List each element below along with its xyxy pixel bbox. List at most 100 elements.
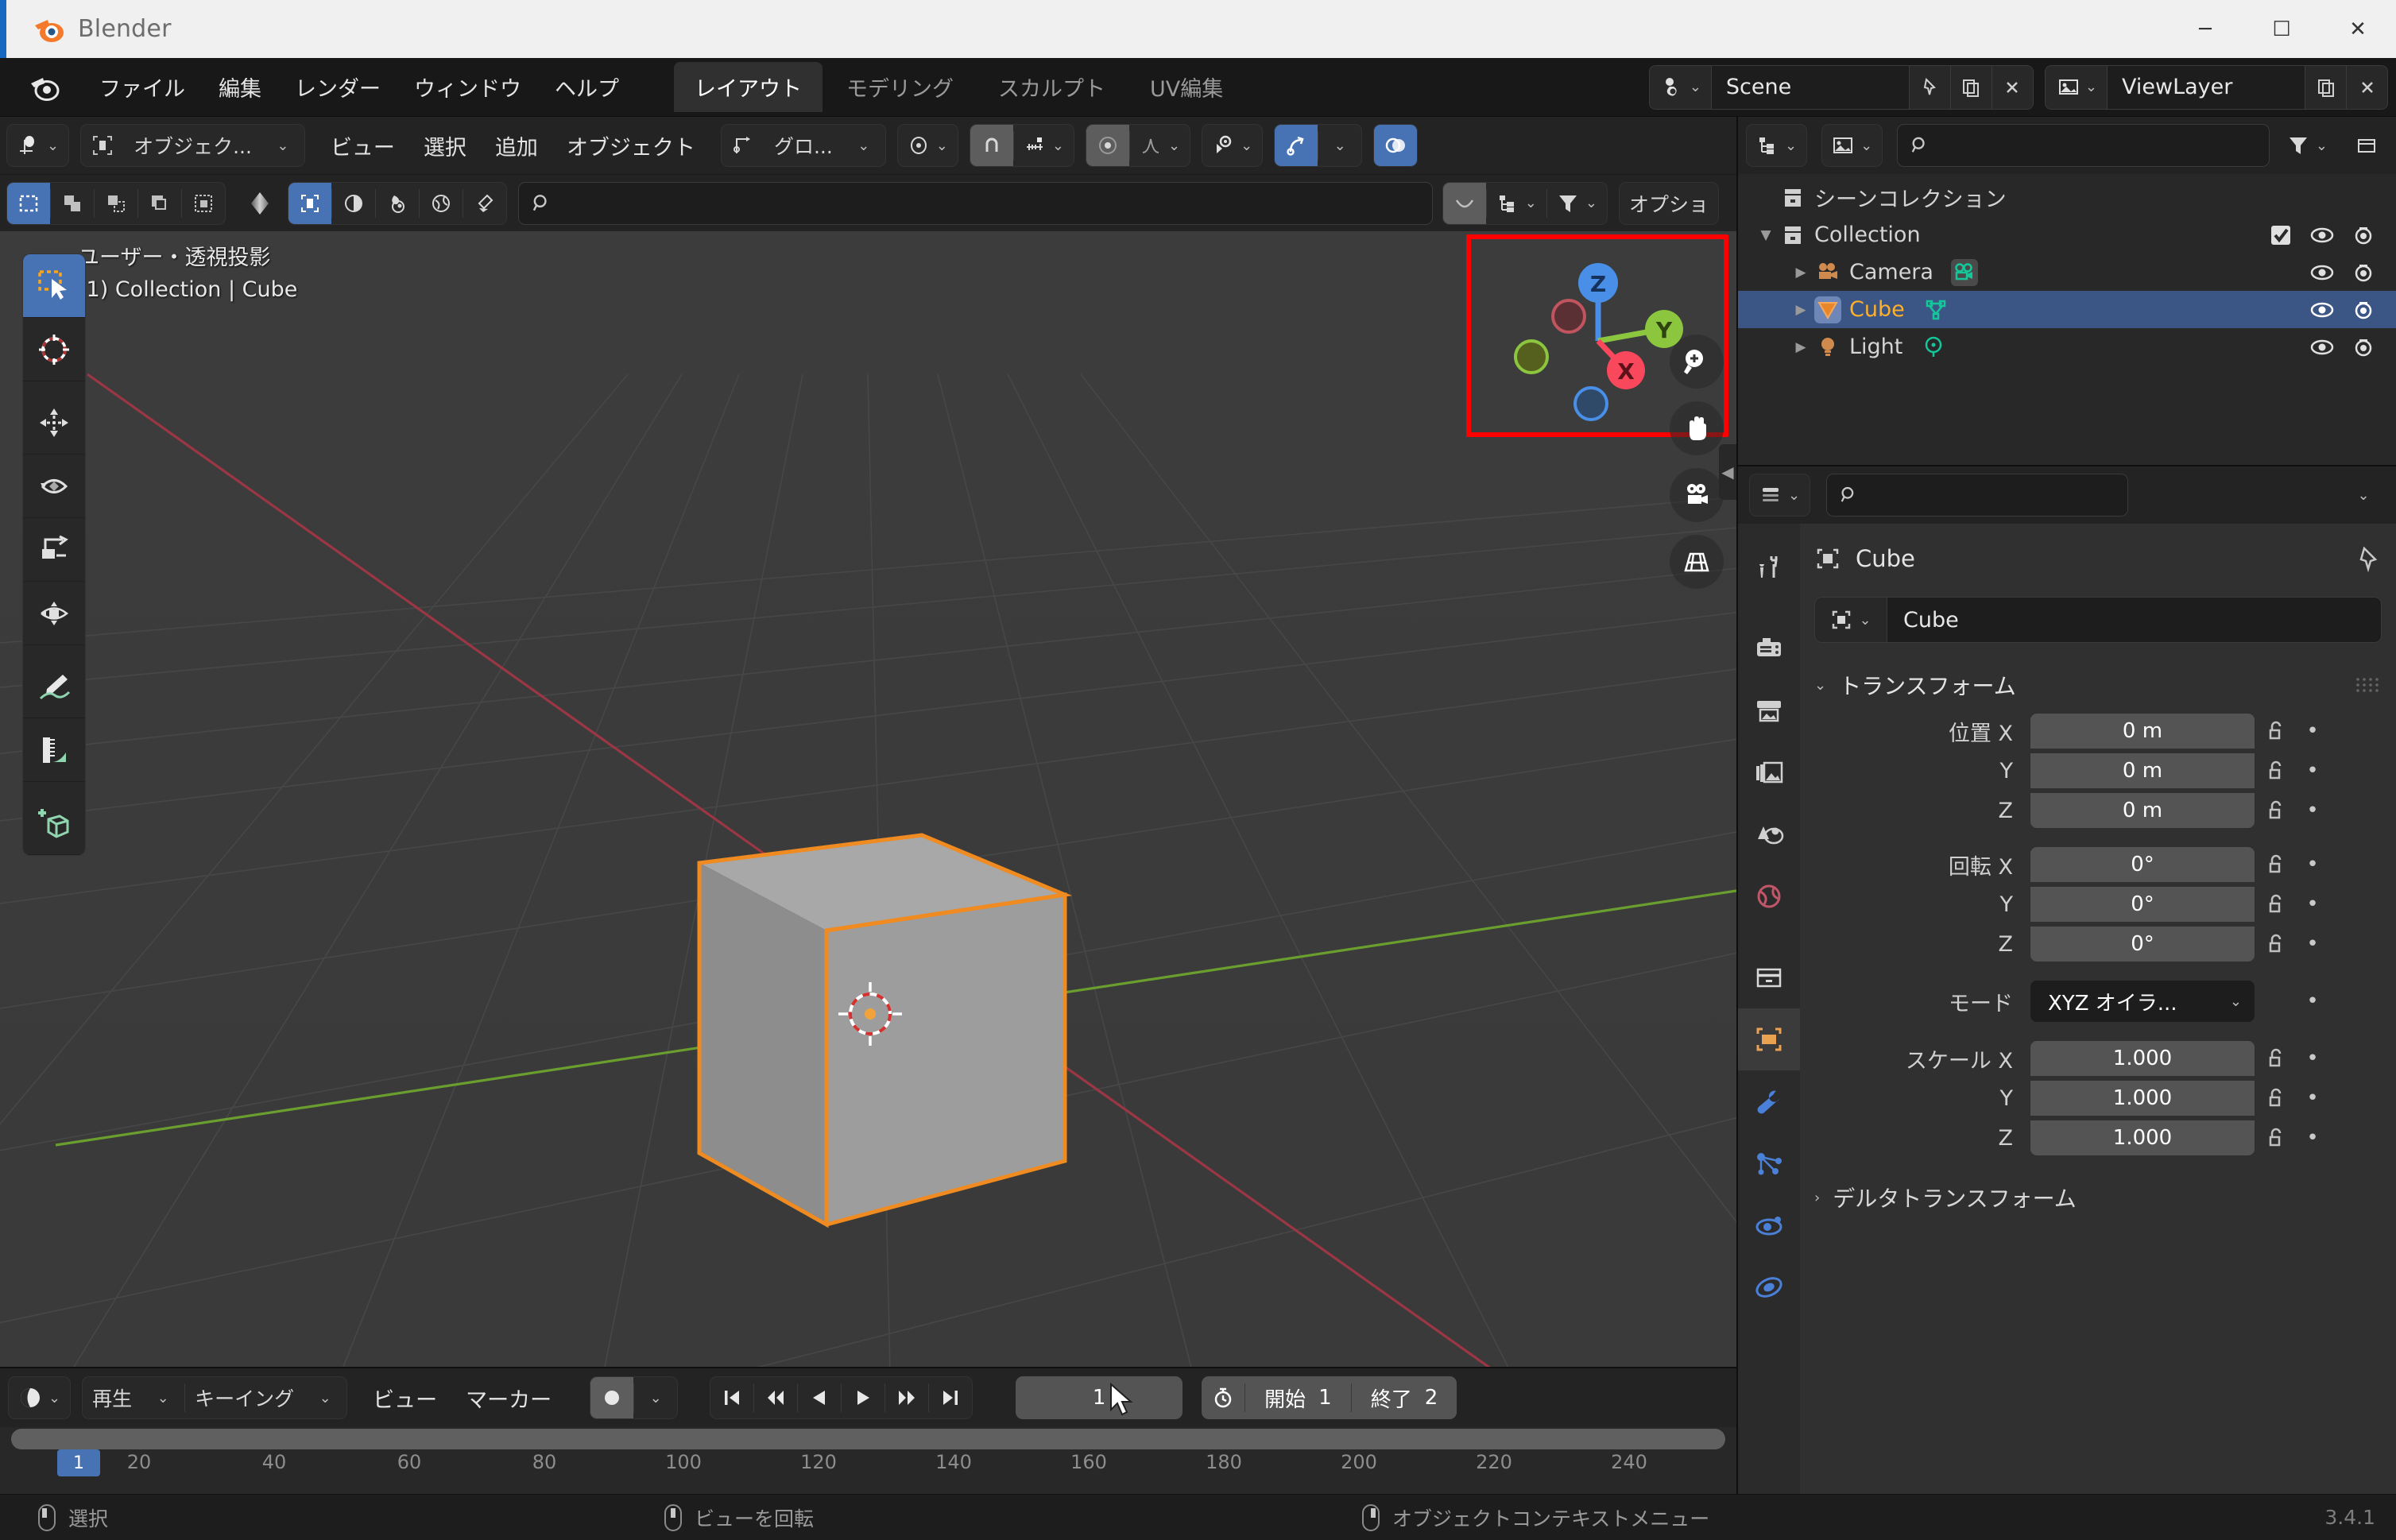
properties-search-field[interactable] <box>1868 483 2115 507</box>
outliner-display-mode-icon[interactable]: ⌄ <box>1487 183 1546 224</box>
timeline-scrollbar[interactable] <box>11 1429 1725 1449</box>
falloff-curve-icon[interactable]: ⌄ <box>1130 125 1190 166</box>
chevron-down-icon[interactable]: ⌄ <box>261 125 304 166</box>
viewlayer-copy-button[interactable] <box>2305 64 2347 110</box>
visibility-selector[interactable]: ⌄ <box>1202 124 1264 167</box>
tab-layout[interactable]: レイアウト <box>674 62 823 112</box>
camera-render-icon[interactable] <box>2351 335 2375 359</box>
transform-panel-header[interactable]: ⌄ トランスフォーム <box>1814 660 2382 710</box>
blender-menu-icon[interactable] <box>27 70 62 105</box>
show-gizmo-icon[interactable] <box>1275 125 1318 166</box>
outliner-display-mode[interactable]: ⌄ <box>1746 124 1808 167</box>
rotation-z-value[interactable]: 0° <box>2030 927 2255 962</box>
camera-view-icon[interactable] <box>1670 468 1724 522</box>
menu-window[interactable]: ウィンドウ <box>397 67 538 107</box>
viewport-menu-add[interactable]: 追加 <box>481 126 552 166</box>
eye-icon[interactable] <box>2310 298 2334 322</box>
proportional-edit-controls[interactable]: ⌄ <box>1085 124 1191 167</box>
chevron-down-icon[interactable]: ⌄ <box>141 1377 184 1418</box>
scale-y-value[interactable]: 1.000 <box>2030 1081 2255 1116</box>
snap-magnet-icon[interactable] <box>970 125 1013 166</box>
eye-icon[interactable] <box>2310 261 2334 284</box>
tool-tab[interactable] <box>1738 536 1800 598</box>
location-x-value[interactable]: 0 m <box>2030 714 2255 749</box>
object-type-icon[interactable]: ⌄ <box>1814 597 1887 643</box>
tab-uv-editing[interactable]: UV編集 <box>1129 62 1244 112</box>
outliner-new-collection-icon[interactable] <box>2345 124 2388 167</box>
rotation-z-animate-dot[interactable]: • <box>2297 932 2328 956</box>
timeline-editor-icon[interactable]: ⌄ <box>9 1377 70 1418</box>
scale-x-value[interactable]: 1.000 <box>2030 1041 2255 1076</box>
chevron-down-icon[interactable]: ⌄ <box>634 1377 677 1418</box>
measure-tool[interactable] <box>23 718 85 782</box>
viewport-menu-select[interactable]: 選択 <box>409 126 481 166</box>
light-data-icon[interactable] <box>1920 334 1947 361</box>
interaction-mode-selector[interactable]: オブジェク... ⌄ <box>80 124 305 167</box>
jump-start-icon[interactable] <box>710 1377 753 1418</box>
location-z-animate-dot[interactable]: • <box>2297 799 2328 822</box>
mode-icon[interactable] <box>81 125 124 166</box>
rotation-x-value[interactable]: 0° <box>2030 847 2255 882</box>
smooth-curve-icon[interactable] <box>1442 182 1486 224</box>
shading-wireframe-icon[interactable] <box>237 182 283 225</box>
rotation-y-value[interactable]: 0° <box>2030 887 2255 922</box>
filter-icon[interactable]: ⌄ <box>1547 183 1607 224</box>
scale-x-animate-dot[interactable]: • <box>2297 1047 2328 1070</box>
select-invert-icon[interactable] <box>138 183 181 224</box>
jump-end-icon[interactable] <box>929 1377 972 1418</box>
proportional-edit-icon[interactable] <box>1086 125 1129 166</box>
chevron-down-icon[interactable]: ⌄ <box>304 1377 346 1418</box>
overlay-controls[interactable] <box>1373 124 1419 167</box>
scene-tab[interactable] <box>1738 803 1800 865</box>
orientation-label[interactable]: グロ... <box>764 125 842 166</box>
timeline-ruler[interactable]: 1 20 40 60 80 100 120 140 160 180 200 22… <box>0 1427 1736 1494</box>
world-tab[interactable] <box>1738 865 1800 927</box>
viewlayer-selector[interactable]: ⌄ ViewLayer <box>2044 64 2388 110</box>
scale-tool[interactable] <box>23 518 85 582</box>
timeline-playhead[interactable]: 1 <box>57 1449 100 1476</box>
timeline-editor-type[interactable]: ⌄ <box>8 1376 72 1419</box>
scale-x-lock-icon[interactable] <box>2255 1047 2297 1070</box>
viewport-search-field[interactable] <box>561 192 1419 215</box>
particles-tab[interactable] <box>1738 1132 1800 1194</box>
eye-icon[interactable] <box>2310 223 2334 247</box>
zoom-icon[interactable] <box>1670 335 1724 389</box>
timeline-menu-marker[interactable]: マーカー <box>451 1378 566 1418</box>
eye-icon[interactable] <box>2310 335 2334 359</box>
select-box-icon[interactable] <box>7 182 50 224</box>
mode-label[interactable]: オブジェク... <box>124 125 261 166</box>
scene-icon[interactable]: ⌄ <box>1648 64 1711 110</box>
viewlayer-name[interactable]: ViewLayer <box>2107 64 2305 110</box>
brush-icon[interactable] <box>463 183 506 224</box>
scene-pin-button[interactable] <box>1909 64 1951 110</box>
editor-type-selector[interactable]: ⌄ <box>6 124 70 167</box>
rotation-x-lock-icon[interactable] <box>2255 853 2297 876</box>
options-label[interactable]: オプショ <box>1620 183 1718 224</box>
select-intersect-icon[interactable] <box>182 183 225 224</box>
play-reverse-icon[interactable] <box>798 1377 841 1418</box>
editor-type-icon[interactable]: ⌄ <box>7 125 68 166</box>
delta-transform-panel-header[interactable]: › デルタトランスフォーム <box>1814 1174 2382 1221</box>
outliner-filter-display[interactable]: ⌄ <box>1821 124 1883 167</box>
rotation-z-lock-icon[interactable] <box>2255 932 2297 956</box>
viewport-search-input[interactable] <box>518 181 1433 225</box>
drag-dots-icon[interactable] <box>2355 676 2382 694</box>
outliner-row-scene-collection[interactable]: シーンコレクション <box>1738 179 2396 216</box>
rendered-shading-icon[interactable] <box>376 183 419 224</box>
outliner-row-camera[interactable]: ▶ Camera <box>1738 253 2396 291</box>
timeline-menu-playback[interactable]: 再生 <box>83 1377 141 1418</box>
scene-delete-button[interactable] <box>1992 64 2034 110</box>
pivot-point-selector[interactable]: ⌄ <box>896 124 958 167</box>
current-frame-field[interactable]: 1 <box>1016 1376 1183 1419</box>
show-overlays-icon[interactable] <box>1374 125 1418 166</box>
outliner-search-field[interactable] <box>1939 133 2256 157</box>
scene-name[interactable]: Scene <box>1710 64 1910 110</box>
chevron-down-icon[interactable]: ⌄ <box>842 125 885 166</box>
close-button[interactable]: ✕ <box>2320 0 2396 58</box>
outliner-row-cube[interactable]: ▶ Cube <box>1738 291 2396 328</box>
disclosure-triangle-icon[interactable]: ▶ <box>1787 302 1814 318</box>
solid-shading-icon[interactable] <box>288 182 331 224</box>
rotation-x-animate-dot[interactable]: • <box>2297 853 2328 876</box>
viewport-options-button[interactable]: オプショ <box>1618 181 1719 225</box>
tweak-select-tool[interactable] <box>23 254 85 318</box>
